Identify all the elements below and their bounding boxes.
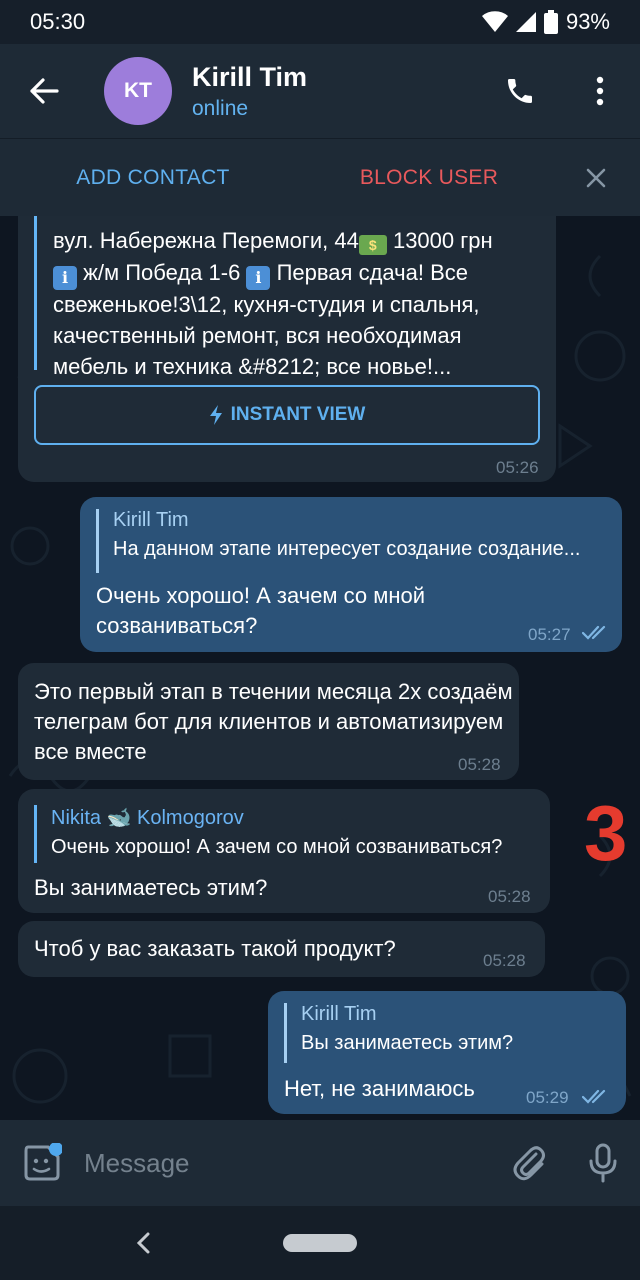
status-bar: 05:30 93%	[0, 0, 640, 44]
message-bubble-incoming[interactable]: Nikita 🐋 Kolmogorov Очень хорошо! А заче…	[18, 789, 550, 913]
link-preview[interactable]: вул. Набережна Перемоги, 44 $ 13000 грн i…	[34, 216, 534, 379]
sticker-button[interactable]	[0, 1120, 84, 1206]
chat-name: Kirill Tim	[192, 61, 308, 92]
paperclip-icon	[513, 1146, 545, 1181]
reply-preview[interactable]: Kirill Tim На данном этапе интересует со…	[96, 509, 606, 573]
message-time: 05:26	[496, 458, 539, 477]
call-button[interactable]	[480, 44, 560, 138]
chat-title-block[interactable]: Kirill Tim online	[192, 62, 480, 121]
preview-line-3: свеженькое!3\12, кухня-студия и спальня,	[53, 292, 480, 317]
system-navigation-bar	[0, 1206, 640, 1280]
close-bar-button[interactable]	[552, 168, 640, 188]
reply-author: Kirill Tim	[113, 509, 189, 531]
message-text: Вы занимаетесь этим?	[34, 875, 268, 900]
battery-icon	[543, 10, 558, 34]
message-bubble-incoming[interactable]: Это первый этап в течении месяца 2х созд…	[18, 663, 519, 780]
annotation-number: 3	[584, 789, 628, 877]
status-time: 05:30	[30, 9, 86, 34]
arrow-left-icon	[30, 78, 59, 104]
info-icon: i	[53, 266, 77, 290]
reply-author: Kirill Tim	[301, 1003, 377, 1025]
money-icon: $	[358, 235, 387, 255]
chat-status: online	[192, 96, 249, 120]
chat-history[interactable]: вул. Набережна Перемоги, 44 $ 13000 грн i…	[0, 216, 640, 1120]
preview-line-5: мебель и техника &#8212; все новье!...	[53, 354, 452, 379]
reply-preview[interactable]: Kirill Tim Вы занимаетесь этим?	[284, 1003, 610, 1063]
message-text: Нет, не занимаюсь	[284, 1076, 475, 1101]
reply-text: На данном этапе интересует создание созд…	[113, 538, 581, 560]
nav-home-pill[interactable]	[283, 1234, 357, 1252]
contact-action-bar: ADD CONTACT BLOCK USER	[0, 138, 640, 216]
double-check-icon	[582, 1089, 606, 1104]
preview-line-1b: 13000 грн	[392, 228, 493, 253]
message-input[interactable]	[84, 1147, 492, 1179]
more-vertical-icon	[596, 76, 604, 106]
message-bubble-outgoing[interactable]: Kirill Tim Вы занимаетесь этим? Нет, не …	[268, 991, 626, 1114]
lightning-icon	[209, 405, 222, 425]
signal-icon	[515, 12, 536, 32]
message-bubble-outgoing[interactable]: Kirill Tim На данном этапе интересует со…	[80, 497, 622, 652]
message-text: Очень хорошо! А зачем со мной созваниват…	[96, 583, 426, 638]
system-icons: 93%	[481, 9, 610, 35]
message-time: 05:27	[528, 625, 571, 644]
message-composer	[0, 1120, 640, 1206]
instant-view-button[interactable]: INSTANT VIEW	[34, 385, 540, 445]
close-icon	[586, 168, 606, 187]
preview-line-2: ж/м Победа 1-6	[83, 260, 241, 285]
reply-author: Nikita 🐋 Kolmogorov	[51, 807, 244, 829]
message-time: 05:28	[458, 755, 501, 774]
message-time: 05:28	[483, 951, 526, 970]
preview-line-4: качественный ремонт, вся необходимая	[53, 323, 462, 348]
nav-back-button[interactable]	[128, 1226, 158, 1260]
message-text: Это первый этап в течении месяца 2х созд…	[34, 679, 513, 764]
reply-text: Вы занимаетесь этим?	[301, 1032, 514, 1054]
reply-text: Очень хорошо! А зачем со мной созваниват…	[51, 836, 503, 858]
chat-header: KT Kirill Tim online	[0, 44, 640, 138]
wifi-icon	[481, 11, 508, 32]
avatar[interactable]: KT	[104, 57, 172, 125]
sticker-icon	[24, 1143, 62, 1181]
message-time: 05:28	[488, 887, 531, 906]
message-time: 05:29	[526, 1088, 569, 1107]
preview-line-2b: Первая сдача! Все	[276, 260, 468, 285]
message-bubble-incoming[interactable]: вул. Набережна Перемоги, 44 $ 13000 грн i…	[18, 216, 556, 482]
double-check-icon	[582, 625, 606, 640]
info-icon: i	[246, 266, 271, 290]
microphone-icon	[589, 1143, 617, 1183]
chevron-left-icon	[136, 1232, 150, 1254]
reply-preview[interactable]: Nikita 🐋 Kolmogorov Очень хорошо! А заче…	[34, 805, 538, 863]
block-user-button[interactable]: BLOCK USER	[306, 166, 552, 190]
preview-line-1: вул. Набережна Перемоги, 44	[53, 228, 359, 253]
message-bubble-incoming[interactable]: Чтоб у вас заказать такой продукт? 05:28	[18, 921, 545, 977]
voice-record-button[interactable]	[566, 1120, 640, 1206]
message-text: Чтоб у вас заказать такой продукт?	[34, 936, 396, 961]
battery-percent: 93%	[565, 9, 610, 34]
phone-icon	[508, 79, 532, 103]
more-menu-button[interactable]	[560, 44, 640, 138]
attach-button[interactable]	[492, 1120, 566, 1206]
back-button[interactable]	[0, 44, 88, 138]
add-contact-button[interactable]: ADD CONTACT	[0, 166, 306, 190]
instant-view-label: INSTANT VIEW	[230, 404, 366, 425]
